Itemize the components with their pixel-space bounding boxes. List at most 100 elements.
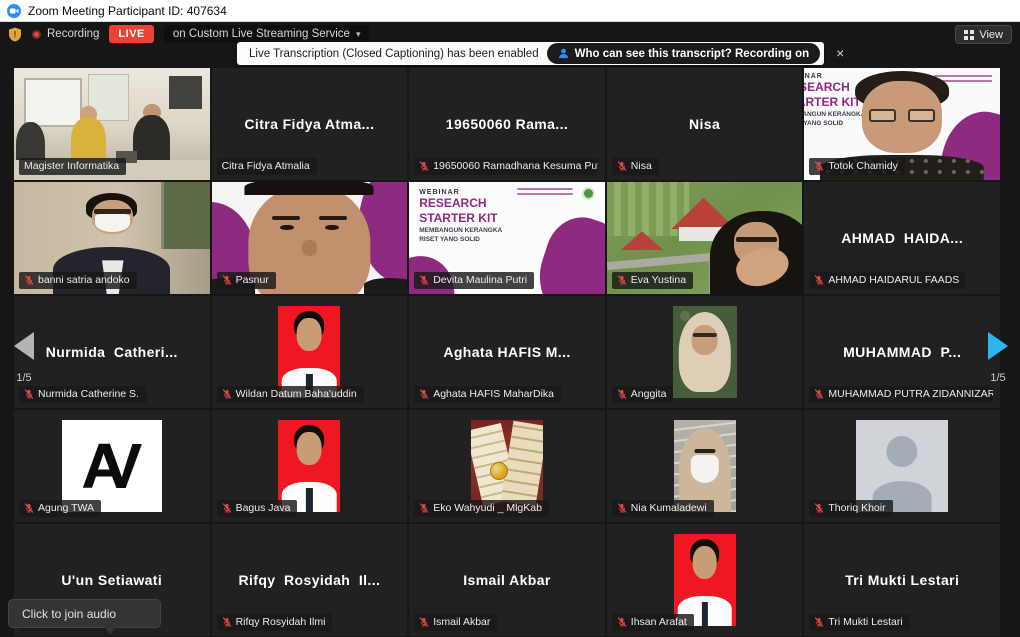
arrow-left-icon[interactable] [14, 332, 34, 360]
participant-name: MUHAMMAD PUTRA ZIDANNIZAR [828, 388, 993, 400]
arrow-right-icon[interactable] [988, 332, 1008, 360]
tile-muhammad[interactable]: MUHAMMAD P... MUHAMMAD PUTRA ZIDANNIZAR [804, 296, 1000, 408]
previous-page-control: 1/5 [4, 332, 44, 384]
tile-ihsan[interactable]: Ihsan Arafat [607, 524, 803, 636]
participant-name: Wildan Datum Baha'uddin [236, 388, 357, 400]
mic-muted-icon [222, 274, 232, 286]
participant-name: Nia Kumaladewi [631, 502, 707, 514]
tile-totok-chamidy[interactable]: WEBINAR RESEARCH STARTER KIT MEMBANGUN K… [804, 68, 1000, 180]
transcription-notification: Live Transcription (Closed Captioning) h… [237, 42, 852, 65]
participant-name: Nurmida Catherine S. [38, 388, 139, 400]
participant-name: Magister Informatika [24, 160, 119, 172]
participant-name: Ihsan Arafat [631, 616, 687, 628]
encryption-shield-icon[interactable]: ! [8, 27, 22, 42]
slide-subtitle-text: MEMBANGUN KERANGKA [419, 226, 539, 235]
participant-name: Eko Wahyudi _ MlgKab [433, 502, 542, 514]
tile-devita[interactable]: WEBINAR RESEARCH STARTER KIT MEMBANGUN K… [409, 182, 605, 294]
next-page-control: 1/5 [978, 332, 1018, 384]
participant-name: Tri Mukti Lestari [828, 616, 902, 628]
mic-muted-icon [24, 274, 34, 286]
participant-name: Thoriq Khoir [828, 502, 885, 514]
grid-view-icon [964, 30, 974, 40]
window-title: Zoom Meeting Participant ID: 407634 [28, 4, 227, 18]
recording-indicator[interactable]: Recording [32, 28, 99, 40]
mic-muted-icon [419, 160, 429, 172]
participant-name: banni satria andoko [38, 274, 130, 286]
live-badge: LIVE [109, 25, 153, 43]
tile-nia[interactable]: Nia Kumaladewi [607, 410, 803, 522]
transcript-visibility-pill[interactable]: Who can see this transcript? Recording o… [547, 43, 821, 64]
participant-name: Pasnur [236, 274, 269, 286]
participant-name: Nisa [631, 160, 652, 172]
participant-name: Agung TWA [38, 502, 94, 514]
mic-muted-icon [24, 502, 34, 514]
participant-name: AHMAD HAIDARUL FAADS [828, 274, 959, 286]
tile-eva-yustina[interactable]: Eva Yustina [607, 182, 803, 294]
transcript-pill-label: Who can see this transcript? Recording o… [575, 48, 810, 60]
mic-muted-icon [814, 274, 824, 286]
mic-muted-icon [24, 388, 34, 400]
window-title-bar: Zoom Meeting Participant ID: 407634 [0, 0, 1020, 22]
slide-title-text: RESEARCH [419, 196, 539, 211]
participant-grid: Magister Informatika Citra Fidya Atma...… [14, 68, 1000, 636]
mic-muted-icon [814, 160, 824, 172]
tile-tri-mukti[interactable]: Tri Mukti Lestari Tri Mukti Lestari [804, 524, 1000, 636]
tile-rifqy[interactable]: Rifqy Rosyidah Il... Rifqy Rosyidah Ilmi [212, 524, 408, 636]
chevron-down-icon: ▾ [356, 29, 361, 40]
view-button-label: View [979, 29, 1003, 41]
participant-name: Totok Chamidy [828, 160, 897, 172]
tile-ahmad[interactable]: AHMAD HAIDA... AHMAD HAIDARUL FAADS [804, 182, 1000, 294]
mic-muted-icon [419, 388, 429, 400]
tile-nisa[interactable]: Nisa Nisa [607, 68, 803, 180]
university-logo [582, 187, 595, 200]
stream-service-label: on Custom Live Streaming Service [173, 28, 350, 40]
tile-eko-wahyudi[interactable]: Eko Wahyudi _ MlgKab [409, 410, 605, 522]
slide-subtitle-text: RISET YANG SOLID [419, 235, 539, 244]
tile-pasnur[interactable]: Pasnur [212, 182, 408, 294]
mic-muted-icon [419, 616, 429, 628]
tile-bagus-java[interactable]: Bagus Java [212, 410, 408, 522]
zoom-app-icon [7, 4, 21, 18]
mic-muted-icon [419, 274, 429, 286]
mic-muted-icon [814, 388, 824, 400]
participant-name: 19650060 Ramadhana Kesuma Putr... [433, 160, 598, 172]
participant-name: Eva Yustina [631, 274, 686, 286]
participant-name: Devita Maulina Putri [433, 274, 527, 286]
participant-name: Aghata HAFIS MaharDika [433, 388, 554, 400]
mic-muted-icon [617, 274, 627, 286]
participant-name: Ismail Akbar [433, 616, 490, 628]
tile-wildan[interactable]: Wildan Datum Baha'uddin [212, 296, 408, 408]
tile-ismail[interactable]: Ismail Akbar Ismail Akbar [409, 524, 605, 636]
tile-anggita[interactable]: Anggita [607, 296, 803, 408]
stream-service-dropdown[interactable]: on Custom Live Streaming Service ▾ [164, 25, 370, 43]
tile-agung-twa[interactable]: AV Agung TWA [14, 410, 210, 522]
join-audio-tooltip-text: Click to join audio [22, 607, 116, 621]
mic-muted-icon [617, 616, 627, 628]
mic-muted-icon [222, 502, 232, 514]
participant-name: Bagus Java [236, 502, 291, 514]
mic-muted-icon [222, 388, 232, 400]
tile-magister-informatika[interactable]: Magister Informatika [14, 68, 210, 180]
view-button[interactable]: View [955, 25, 1012, 44]
transcription-message: Live Transcription (Closed Captioning) h… [249, 48, 539, 60]
tile-aghata[interactable]: Aghata HAFIS M... Aghata HAFIS MaharDika [409, 296, 605, 408]
join-audio-tooltip[interactable]: Click to join audio [8, 599, 161, 628]
recording-label: Recording [47, 28, 99, 40]
mic-muted-icon [814, 616, 824, 628]
mic-muted-icon [617, 388, 627, 400]
page-indicator: 1/5 [978, 372, 1018, 384]
mic-muted-icon [814, 502, 824, 514]
slide-title-text: STARTER KIT [419, 211, 539, 226]
tile-ramadhana[interactable]: 19650060 Rama... 19650060 Ramadhana Kesu… [409, 68, 605, 180]
tile-thoriq[interactable]: Thoriq Khoir [804, 410, 1000, 522]
participant-name: Citra Fidya Atmalia [222, 160, 310, 172]
mic-muted-icon [419, 502, 429, 514]
mic-muted-icon [222, 616, 232, 628]
recording-dot-icon [32, 30, 41, 39]
av-monogram: AV [81, 434, 142, 498]
participant-name: Rifqy Rosyidah Ilmi [236, 616, 326, 628]
tile-banni[interactable]: banni satria andoko [14, 182, 210, 294]
page-indicator: 1/5 [4, 372, 44, 384]
close-icon[interactable]: × [824, 42, 852, 65]
tile-citra-fidya[interactable]: Citra Fidya Atma... Citra Fidya Atmalia [212, 68, 408, 180]
